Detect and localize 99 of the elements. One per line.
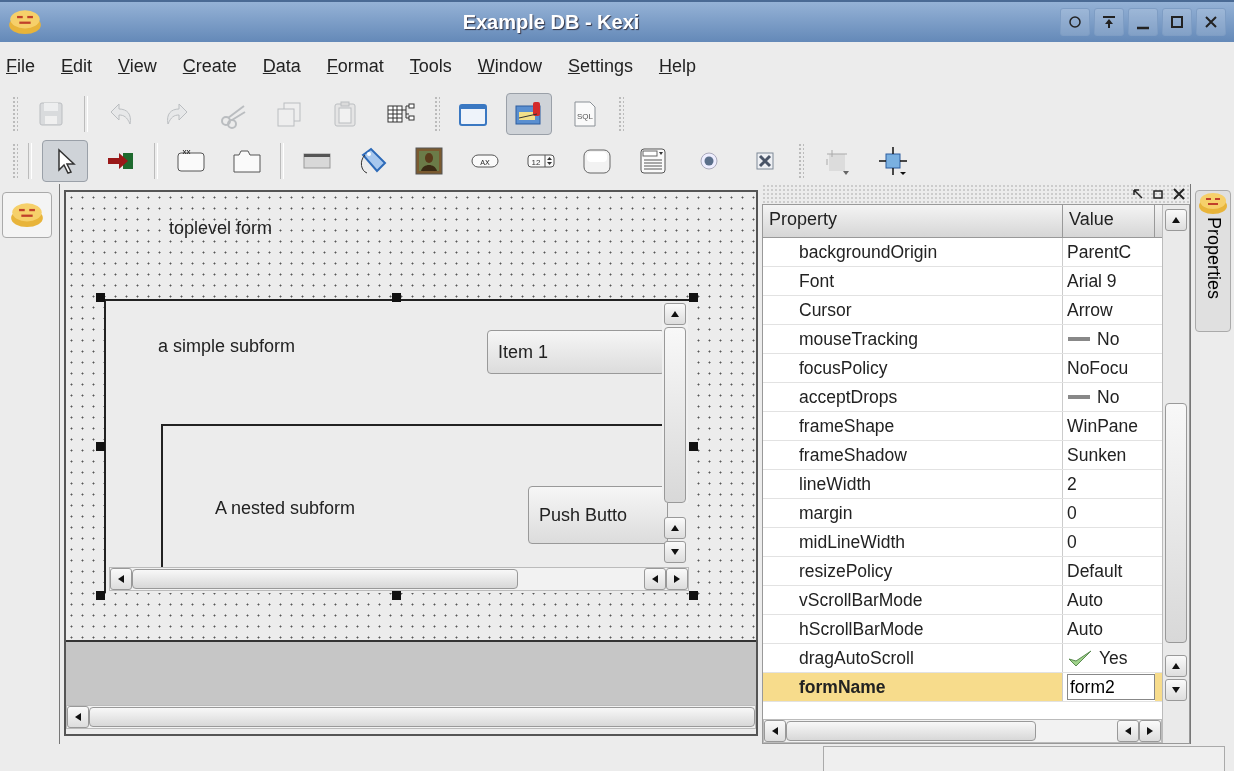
property-value: WinPane — [1067, 415, 1138, 437]
property-row[interactable]: mouseTracking No — [763, 325, 1162, 354]
property-value: Yes — [1099, 647, 1128, 669]
column-header[interactable]: Property — [763, 205, 1063, 237]
selection-handle[interactable] — [392, 591, 401, 600]
property-row[interactable]: midLineWidth 0 — [763, 528, 1162, 557]
maximize-button[interactable] — [1162, 8, 1192, 36]
property-row[interactable]: backgroundOrigin ParentC — [763, 238, 1162, 267]
property-value: Default — [1067, 560, 1123, 582]
nested-subform-label: A nested subform — [215, 498, 356, 519]
shade-icon — [1101, 14, 1117, 30]
push-button[interactable]: Push Butto — [528, 486, 668, 544]
scroll-arrow-button[interactable] — [1117, 720, 1139, 742]
menu-item[interactable]: Settings — [567, 53, 633, 79]
property-row[interactable]: Font Arial 9 — [763, 267, 1162, 296]
property-value: 0 — [1067, 531, 1077, 553]
scrollbar-thumb[interactable] — [786, 721, 1036, 741]
scrollbar-thumb[interactable] — [1165, 403, 1187, 643]
shade-button[interactable] — [1094, 8, 1124, 36]
app-icon — [10, 201, 44, 229]
selection-handle[interactable] — [689, 293, 698, 302]
scrollbar-thumb[interactable] — [132, 569, 518, 589]
toolbar-button[interactable] — [42, 139, 88, 182]
property-row[interactable]: Cursor Arrow — [763, 296, 1162, 325]
selection-handle[interactable] — [689, 591, 698, 600]
form-label: toplevel form — [169, 218, 273, 239]
close-button[interactable] — [1196, 8, 1226, 36]
scroll-arrow-button[interactable] — [1165, 679, 1187, 701]
scroll-arrow-button[interactable] — [1165, 655, 1187, 677]
property-value: Arial 9 — [1067, 270, 1117, 292]
adjust-size-icon — [877, 144, 909, 177]
scroll-arrow-button[interactable] — [1139, 720, 1161, 742]
circle-icon — [1067, 14, 1083, 30]
window-title: Example DB - Kexi — [461, 10, 641, 34]
menu-item[interactable]: View — [118, 53, 157, 79]
menu-item[interactable]: Create — [182, 53, 237, 79]
property-row[interactable]: frameShape WinPane — [763, 412, 1162, 441]
scroll-arrow-button[interactable] — [664, 517, 686, 539]
menu-item[interactable]: Edit — [61, 53, 93, 79]
menu-item[interactable]: Tools — [409, 53, 452, 79]
selection-handle[interactable] — [96, 293, 105, 302]
app-icon — [8, 8, 42, 36]
item-button[interactable]: Item 1 — [487, 330, 665, 374]
scrollbar-thumb[interactable] — [664, 327, 686, 503]
property-value: Auto — [1067, 618, 1103, 640]
menu-item[interactable]: File — [6, 53, 35, 79]
menu-item[interactable]: Format — [326, 53, 384, 79]
scroll-arrow-button[interactable] — [764, 720, 786, 742]
scroll-arrow-button[interactable] — [110, 568, 132, 590]
property-row[interactable]: hScrollBarMode Auto — [763, 615, 1162, 644]
minimize-button[interactable] — [1128, 8, 1158, 36]
selection-handle[interactable] — [96, 591, 105, 600]
app-icon — [1198, 191, 1228, 215]
property-value: 0 — [1067, 502, 1077, 524]
property-value: Arrow — [1067, 299, 1113, 321]
selection-handle[interactable] — [96, 442, 105, 451]
undock-icon[interactable] — [1132, 188, 1144, 200]
selection-handle[interactable] — [392, 293, 401, 302]
menu-item[interactable]: Data — [262, 53, 301, 79]
property-row[interactable]: focusPolicy NoFocu — [763, 354, 1162, 383]
property-row[interactable]: vScrollBarMode Auto — [763, 586, 1162, 615]
scroll-arrow-button[interactable] — [1165, 209, 1187, 231]
menu-item[interactable]: Help — [658, 53, 696, 79]
property-row[interactable]: resizePolicy Default — [763, 557, 1162, 586]
scroll-arrow-button[interactable] — [67, 706, 89, 728]
selection-handle[interactable] — [689, 442, 698, 451]
picture-icon — [413, 144, 445, 177]
dock-tab[interactable] — [2, 192, 52, 238]
property-row[interactable]: formName form2 — [763, 673, 1162, 702]
subform-label: a simple subform — [158, 336, 296, 357]
maximize-icon — [1169, 14, 1185, 30]
property-value: No — [1097, 328, 1120, 350]
property-row[interactable]: acceptDrops No — [763, 383, 1162, 412]
scrollbar-thumb[interactable] — [89, 707, 755, 727]
property-value: ParentC — [1067, 241, 1132, 263]
property-value: 2 — [1067, 473, 1077, 495]
property-value: Sunken — [1067, 444, 1127, 466]
toolbar-button[interactable]: AX — [462, 139, 508, 182]
property-row[interactable]: margin 0 — [763, 499, 1162, 528]
close-icon — [1203, 14, 1219, 30]
property-row[interactable]: lineWidth 2 — [763, 470, 1162, 499]
property-row[interactable]: frameShadow Sunken — [763, 441, 1162, 470]
circle-button[interactable] — [1060, 8, 1090, 36]
menu-item[interactable]: Window — [477, 53, 542, 79]
close-icon[interactable] — [1172, 187, 1186, 201]
property-value: Auto — [1067, 589, 1103, 611]
minimize-icon — [1137, 26, 1149, 30]
scroll-arrow-button[interactable] — [666, 568, 688, 590]
scroll-arrow-button[interactable] — [644, 568, 666, 590]
property-value: No — [1097, 386, 1120, 408]
scroll-arrow-button[interactable] — [664, 541, 686, 563]
restore-icon[interactable] — [1152, 188, 1164, 200]
scroll-arrow-button[interactable] — [664, 303, 686, 325]
toolbar-button[interactable]: 12 — [518, 139, 564, 182]
property-value: NoFocu — [1067, 357, 1129, 379]
column-header[interactable]: Value — [1063, 205, 1155, 237]
properties-tab[interactable]: Properties — [1195, 190, 1231, 332]
toolbar-button[interactable]: SQL — [562, 92, 608, 135]
value-field[interactable]: form2 — [1067, 674, 1155, 700]
